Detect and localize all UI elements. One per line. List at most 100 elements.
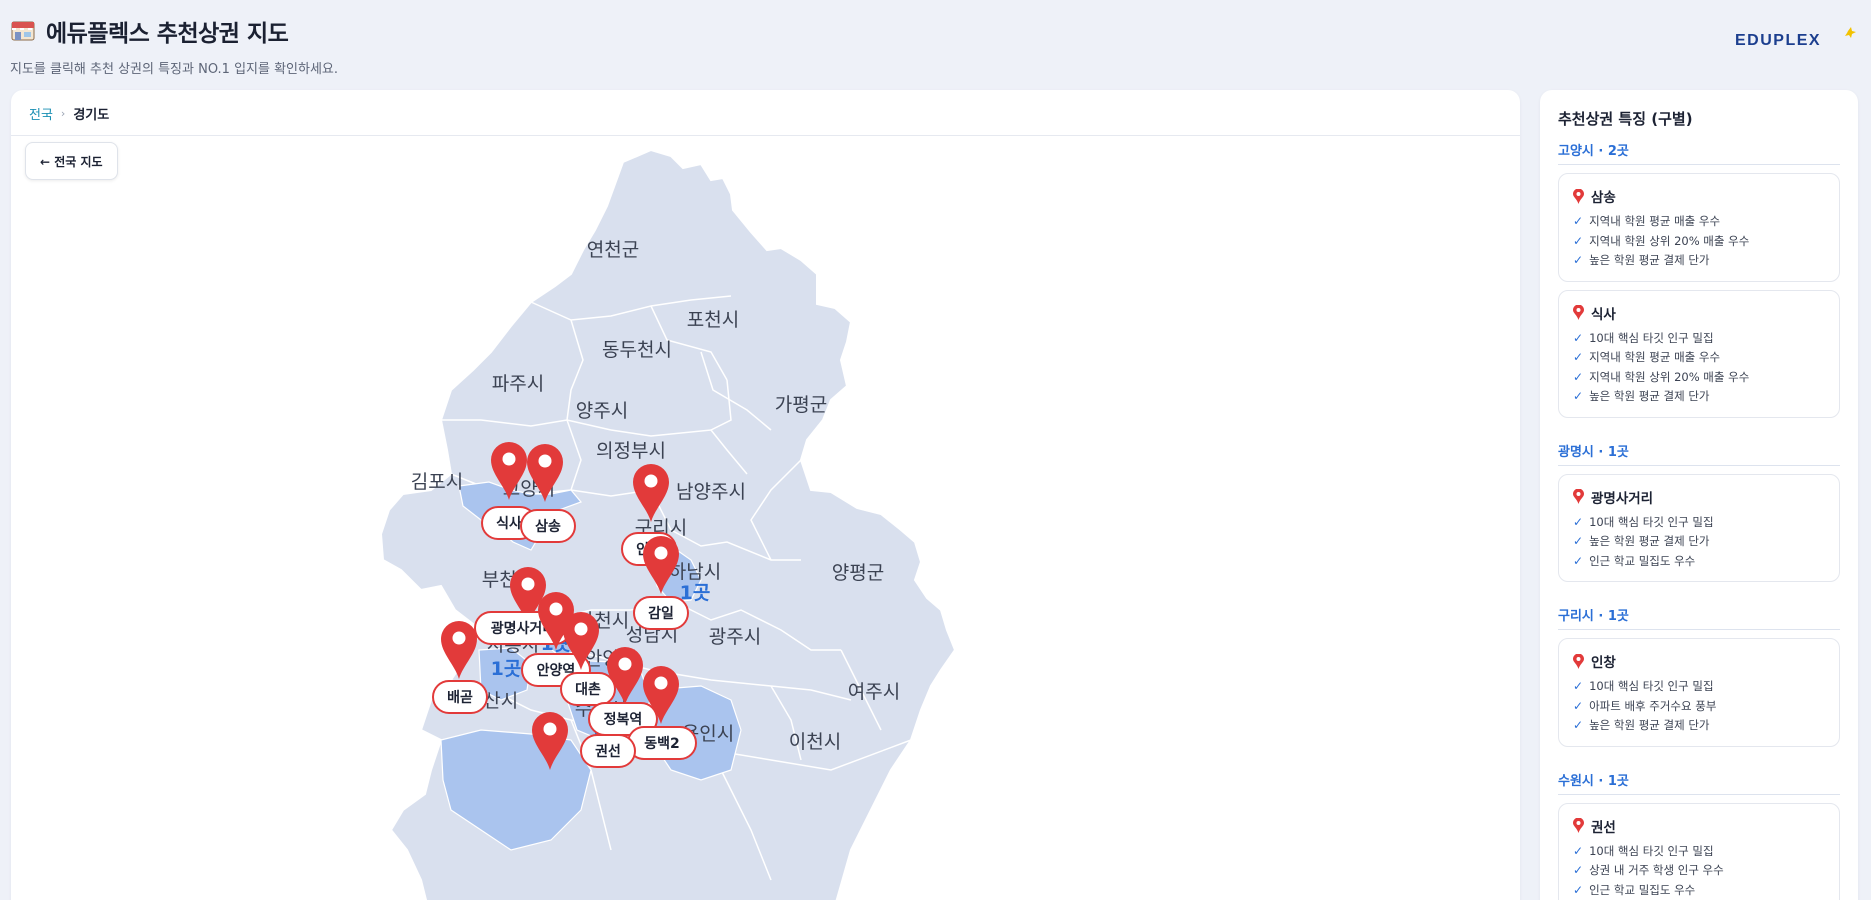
feature-text: 아파트 배후 주거수요 풍부 bbox=[1589, 698, 1717, 713]
sidebar-group-title: 수원시 · 1곳 bbox=[1558, 770, 1840, 795]
region-label: 여주시 bbox=[848, 681, 900, 703]
feature-text: 지역내 학원 상위 20% 매출 우수 bbox=[1589, 369, 1750, 384]
region-label: 양평군 bbox=[832, 562, 884, 584]
map-pin-dot bbox=[644, 474, 658, 488]
check-icon: ✓ bbox=[1573, 233, 1584, 248]
district-count-label: 1곳 bbox=[680, 582, 711, 604]
feature-text: 10대 핵심 타깃 인구 밀집 bbox=[1589, 843, 1714, 858]
marker-label-text[interactable]: 감일 bbox=[648, 605, 674, 622]
area-feature-card[interactable]: 삼송 ✓ 지역내 학원 평균 매출 우수 ✓ 지역내 학원 상위 20% 매출 우수 ✓ 높… bbox=[1558, 173, 1840, 282]
check-icon: ✓ bbox=[1573, 882, 1584, 897]
marker-label-text[interactable]: 삼송 bbox=[535, 519, 561, 535]
district-count-label: 1곳 bbox=[491, 658, 522, 680]
sidebar-group-title: 고양시 · 2곳 bbox=[1558, 140, 1840, 165]
check-icon: ✓ bbox=[1573, 843, 1584, 858]
region-label: 파주시 bbox=[492, 373, 544, 395]
area-feature-card[interactable]: 권선 ✓ 10대 핵심 타깃 인구 밀집 ✓ 상권 내 거주 학생 인구 우수 ✓ 인근 학… bbox=[1558, 802, 1840, 900]
check-icon: ✓ bbox=[1573, 214, 1584, 228]
marker-label-text[interactable]: 권선 bbox=[595, 744, 621, 760]
gyeonggi-map[interactable]: 연천군포천시동두천시파주시양주시 가평군의정부시김포시 고양시 남양주시구리시부천시 하… bbox=[11, 90, 1520, 900]
feature-item: ✓ 10대 핵심 타깃 인구 밀집 bbox=[1573, 842, 1825, 862]
feature-text: 상권 내 거주 학생 인구 우수 bbox=[1589, 863, 1724, 877]
eduplex-logo: EDUPLEX bbox=[1735, 27, 1856, 49]
feature-text: 높은 학원 평균 결제 단가 bbox=[1589, 253, 1710, 267]
region-label: 가평군 bbox=[775, 394, 827, 416]
breadcrumb-root-link[interactable]: 전국 bbox=[29, 104, 53, 123]
map-pin-dot bbox=[549, 602, 563, 616]
area-card-name: 광명사거리 bbox=[1591, 490, 1654, 507]
feature-text: 높은 학원 평균 결제 단가 bbox=[1589, 534, 1710, 548]
area-card-title: 권선 bbox=[1573, 816, 1825, 836]
marker-label-text[interactable]: 대촌 bbox=[575, 682, 601, 698]
check-icon: ✓ bbox=[1573, 698, 1584, 713]
map-pin-dot bbox=[654, 546, 668, 560]
region-label: 양주시 bbox=[576, 400, 628, 422]
sidebar-groups: 고양시 · 2곳 삼송 ✓ 지역내 학원 평균 매출 우수 ✓ 지역내 학원 상위 20%… bbox=[1558, 140, 1840, 900]
area-feature-card[interactable]: 인창 ✓ 10대 핵심 타깃 인구 밀집 ✓ 아파트 배후 주거수요 풍부 ✓ 높은 학원 … bbox=[1558, 638, 1840, 747]
marker-label-text[interactable]: 동백2 bbox=[644, 736, 680, 752]
pin-icon bbox=[1573, 653, 1584, 669]
region-label: 포천시 bbox=[687, 309, 739, 331]
page-header: 에듀플렉스 추천상권 지도 지도를 클릭해 추천 상권의 특징과 NO.1 입지… bbox=[10, 14, 1861, 77]
check-icon: ✓ bbox=[1573, 330, 1584, 345]
check-icon: ✓ bbox=[1573, 863, 1584, 877]
map-panel: 연천군 포천시 동두천시 파주시 양주시 가평군 의정부시 김포시 고양시 남양주시 구리시 부천시 하… bbox=[11, 90, 1520, 900]
region-label: 의정부시 bbox=[596, 440, 666, 462]
pin-icon bbox=[1573, 188, 1584, 204]
breadcrumb-separator: › bbox=[60, 107, 66, 120]
page-title: 에듀플렉스 추천상권 지도 bbox=[46, 21, 289, 47]
marker-label-text[interactable]: 배곧 bbox=[447, 690, 473, 706]
feature-item: ✓ 높은 학원 평균 결제 단가 bbox=[1573, 251, 1825, 271]
pin-icon bbox=[1573, 489, 1584, 504]
check-icon: ✓ bbox=[1573, 553, 1584, 568]
feature-item: ✓ 높은 학원 평균 결제 단가 bbox=[1573, 716, 1825, 736]
check-icon: ✓ bbox=[1573, 253, 1584, 267]
map-pin-dot bbox=[543, 722, 557, 736]
region-label: 이천시 bbox=[789, 731, 841, 753]
pin-icon bbox=[1573, 818, 1584, 833]
sidebar-title: 추천상권 특징 (구별) bbox=[1558, 110, 1693, 128]
area-card-title: 인창 bbox=[1573, 651, 1825, 671]
feature-text: 10대 핵심 타깃 인구 밀집 bbox=[1589, 514, 1714, 529]
map-pin-dot bbox=[654, 676, 668, 690]
marker-label-text[interactable]: 정복역 bbox=[604, 711, 643, 728]
feature-item: ✓ 10대 핵심 타깃 인구 밀집 bbox=[1573, 677, 1825, 697]
feature-text: 인근 학교 밀집도 우수 bbox=[1589, 882, 1696, 897]
feature-item: ✓ 지역내 학원 평균 매출 우수 bbox=[1573, 348, 1825, 368]
region-label: 동두천시 bbox=[602, 339, 672, 361]
page-subtitle: 지도를 클릭해 추천 상권의 특징과 NO.1 입지를 확인하세요. bbox=[10, 62, 339, 77]
feature-item: ✓ 지역내 학원 상위 20% 매출 우수 bbox=[1573, 368, 1825, 388]
map-pin-dot bbox=[618, 657, 632, 671]
feature-text: 인근 학교 밀집도 우수 bbox=[1589, 553, 1696, 568]
breadcrumb-divider bbox=[11, 135, 1520, 136]
feature-item: ✓ 10대 핵심 타깃 인구 밀집 bbox=[1573, 513, 1825, 533]
feature-item: ✓ 상권 내 거주 학생 인구 우수 bbox=[1573, 861, 1825, 881]
feature-item: ✓ 지역내 학원 평균 매출 우수 bbox=[1573, 212, 1825, 232]
map-pin-dot bbox=[502, 452, 516, 466]
pin-icon bbox=[1573, 305, 1584, 320]
feature-item: ✓ 인근 학교 밀집도 우수 bbox=[1573, 881, 1825, 900]
area-feature-card[interactable]: 식사 ✓ 10대 핵심 타깃 인구 밀집 ✓ 지역내 학원 평균 매출 우수 ✓ 지역내 학… bbox=[1558, 289, 1840, 418]
breadcrumb-current: 경기도 bbox=[73, 108, 110, 123]
map-pin-dot bbox=[538, 454, 552, 468]
feature-text: 지역내 학원 상위 20% 매출 우수 bbox=[1589, 233, 1750, 248]
check-icon: ✓ bbox=[1573, 350, 1584, 364]
feature-text: 높은 학원 평균 결제 단가 bbox=[1589, 389, 1710, 403]
feature-text: 10대 핵심 타깃 인구 밀집 bbox=[1589, 330, 1714, 345]
area-card-title: 식사 bbox=[1573, 303, 1825, 323]
back-to-national-map-button[interactable]: ← 전국 지도 bbox=[25, 142, 118, 180]
feature-text: 높은 학원 평균 결제 단가 bbox=[1589, 718, 1710, 732]
feature-item: ✓ 10대 핵심 타깃 인구 밀집 bbox=[1573, 329, 1825, 349]
region-label: 김포시 bbox=[411, 471, 463, 493]
feature-item: ✓ 인근 학교 밀집도 우수 bbox=[1573, 552, 1825, 572]
region-label: 연천군 bbox=[587, 239, 639, 261]
check-icon: ✓ bbox=[1573, 534, 1584, 548]
map-pin-dot bbox=[452, 631, 466, 645]
check-icon: ✓ bbox=[1573, 679, 1584, 693]
feature-text: 지역내 학원 평균 매출 우수 bbox=[1589, 214, 1721, 228]
check-icon: ✓ bbox=[1573, 514, 1584, 529]
feature-item: ✓ 아파트 배후 주거수요 풍부 bbox=[1573, 697, 1825, 717]
area-feature-card[interactable]: 광명사거리 ✓ 10대 핵심 타깃 인구 밀집 ✓ 높은 학원 평균 결제 단가 ✓ 인근 … bbox=[1558, 473, 1840, 582]
marker-label-text[interactable]: 식사 bbox=[496, 516, 522, 532]
feature-item: ✓ 높은 학원 평균 결제 단가 bbox=[1573, 532, 1825, 552]
